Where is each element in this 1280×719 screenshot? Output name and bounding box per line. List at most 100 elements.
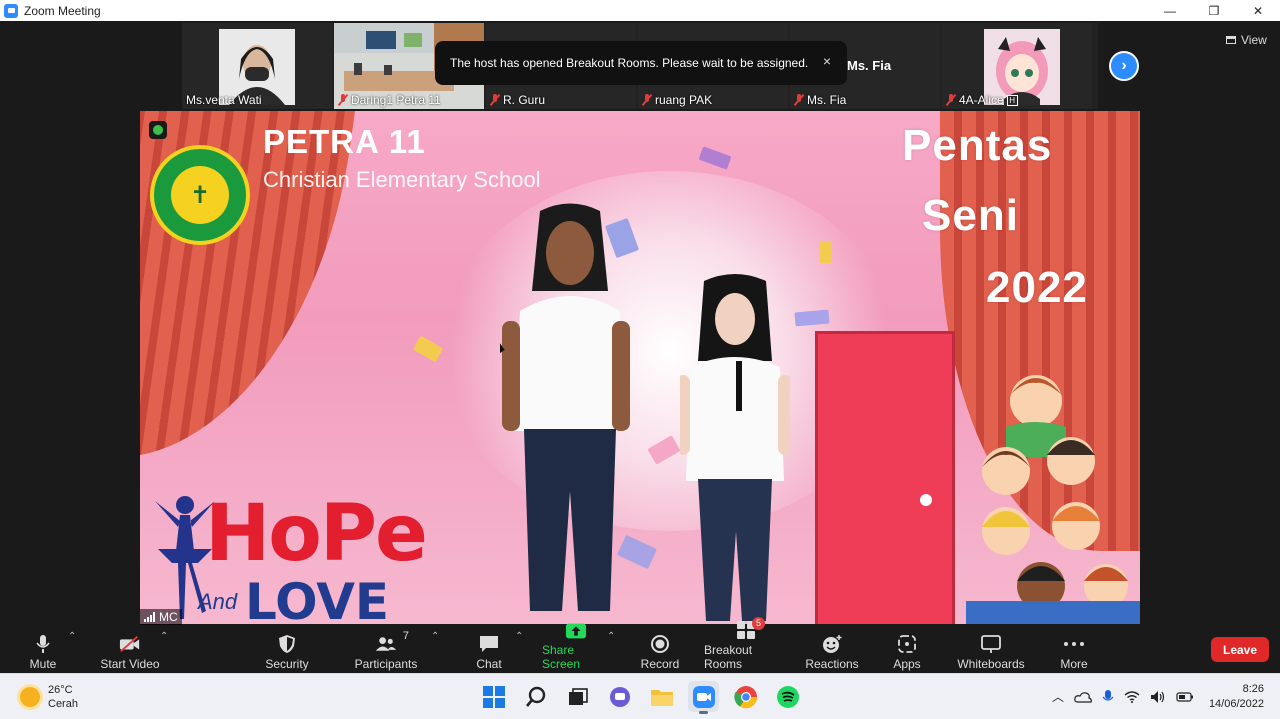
mic-muted-icon xyxy=(642,94,652,106)
mute-button[interactable]: Mute xyxy=(28,629,58,671)
weather-sun-icon xyxy=(20,687,40,707)
participant-name: 4A-Alice H xyxy=(946,93,1018,107)
stage-door xyxy=(815,331,955,624)
chat-icon xyxy=(478,634,500,654)
presenter-label: MC xyxy=(140,609,182,625)
start-video-button[interactable]: Start Video xyxy=(100,629,160,671)
chevron-right-icon: › xyxy=(1121,57,1127,74)
breakout-notification: The host has opened Breakout Rooms. Plea… xyxy=(435,41,847,85)
and-text: And xyxy=(198,589,238,614)
chevron-up-icon[interactable]: ︿ xyxy=(1052,688,1064,705)
system-tray: ︿ xyxy=(1052,688,1194,705)
clock-time: 8:26 xyxy=(1242,683,1264,695)
confetti xyxy=(794,309,830,327)
windows-logo-icon xyxy=(482,685,505,708)
share-options-caret-icon[interactable]: ⌃ xyxy=(607,631,615,642)
restore-button[interactable]: ❐ xyxy=(1192,0,1236,21)
confetti xyxy=(412,335,444,363)
video-off-icon xyxy=(119,634,141,654)
spotify-button[interactable] xyxy=(772,681,803,712)
mic-muted-icon xyxy=(794,94,804,106)
chat-button[interactable]: Chat xyxy=(474,629,504,671)
apps-button[interactable]: Apps xyxy=(889,629,925,671)
wifi-icon[interactable] xyxy=(1124,690,1140,703)
leave-button[interactable]: Leave xyxy=(1211,637,1269,662)
share-screen-icon xyxy=(565,622,587,640)
start-button[interactable] xyxy=(478,681,509,712)
participants-button[interactable]: 7 Participants xyxy=(355,629,418,671)
reactions-button[interactable]: Reactions xyxy=(805,629,859,671)
meeting-stage: Ms.venta Wati Daring1 Petra 11 R. Guru r… xyxy=(0,21,1280,625)
encryption-shield-icon[interactable] xyxy=(149,121,167,139)
participant-name: Daring1 Petra 11 xyxy=(338,93,441,107)
confetti xyxy=(820,241,832,263)
cartoon-children-group xyxy=(966,375,1140,624)
breakout-rooms-button[interactable]: 5 Breakout Rooms xyxy=(704,617,788,671)
task-view-icon xyxy=(568,687,588,705)
zoom-app-icon xyxy=(4,3,18,18)
participant-name: Ms.venta Wati xyxy=(186,93,262,107)
record-button[interactable]: Record xyxy=(640,629,680,671)
apps-icon xyxy=(896,634,918,654)
weather-widget[interactable]: 26°C Cerah xyxy=(20,683,78,711)
participants-options-caret-icon[interactable]: ⌃ xyxy=(431,631,439,642)
close-window-button[interactable]: ✕ xyxy=(1236,0,1280,21)
performer-right xyxy=(680,274,790,621)
logo-cross: ✝ xyxy=(171,166,229,224)
view-icon xyxy=(1226,36,1236,44)
search-button[interactable] xyxy=(520,681,551,712)
participant-tile[interactable]: Ms.venta Wati xyxy=(182,23,332,109)
school-logo: ✝ xyxy=(150,145,250,245)
task-view-button[interactable] xyxy=(562,681,593,712)
breakout-rooms-icon: 5 xyxy=(735,617,765,640)
zoom-icon xyxy=(692,685,715,708)
breakout-count-badge: 5 xyxy=(751,617,765,630)
more-button[interactable]: More xyxy=(1056,629,1092,671)
mute-options-caret-icon[interactable]: ⌃ xyxy=(68,631,76,642)
more-dots-icon xyxy=(1063,634,1085,654)
microphone-tray-icon[interactable] xyxy=(1102,689,1114,705)
whiteboards-button[interactable]: Whiteboards xyxy=(956,629,1026,671)
mic-muted-icon xyxy=(490,94,500,106)
school-subtitle: Christian Elementary School xyxy=(263,167,541,192)
chrome-icon xyxy=(733,685,757,708)
weather-condition: Cerah xyxy=(48,698,78,710)
zoom-taskbar-button[interactable] xyxy=(688,681,719,714)
folder-icon xyxy=(650,689,673,706)
security-button[interactable]: Security xyxy=(262,629,312,671)
shield-icon xyxy=(276,634,298,654)
event-year: 2022 xyxy=(986,263,1088,312)
participant-tile[interactable]: 4A-Alice H xyxy=(942,23,1092,109)
school-name: PETRA 11 xyxy=(263,123,426,160)
onedrive-cloud-icon[interactable] xyxy=(1074,691,1092,703)
event-title-line2: Seni xyxy=(922,191,1019,240)
next-page-button[interactable]: › xyxy=(1109,51,1139,81)
participants-icon: 7 xyxy=(375,630,409,654)
share-screen-button[interactable]: Share Screen xyxy=(542,623,610,671)
minimize-button[interactable]: — xyxy=(1148,0,1192,21)
mic-muted-icon xyxy=(946,94,956,106)
windows-taskbar: 26°C Cerah ︿ 8:26 14/06/2022 xyxy=(0,673,1280,719)
video-options-caret-icon[interactable]: ⌃ xyxy=(160,631,168,642)
volume-icon[interactable] xyxy=(1150,690,1166,704)
battery-icon[interactable] xyxy=(1176,691,1194,702)
search-icon xyxy=(525,686,545,707)
view-button[interactable]: View xyxy=(1226,33,1267,47)
system-clock[interactable]: 8:26 14/06/2022 xyxy=(1206,682,1264,712)
chat-options-caret-icon[interactable]: ⌃ xyxy=(515,631,523,642)
chat-icon xyxy=(609,686,630,707)
file-explorer-button[interactable] xyxy=(646,681,677,712)
taskbar-apps xyxy=(478,681,803,714)
signal-strength-icon xyxy=(144,612,155,622)
notification-text: The host has opened Breakout Rooms. Plea… xyxy=(450,56,809,70)
spotify-icon xyxy=(776,685,799,708)
hope-text: HoPe xyxy=(205,489,428,579)
whiteboard-icon xyxy=(980,634,1002,654)
chrome-button[interactable] xyxy=(730,681,761,712)
love-text: LOVE xyxy=(245,573,390,624)
teams-chat-button[interactable] xyxy=(604,681,635,712)
close-icon[interactable]: × xyxy=(823,53,831,69)
event-title-line1: Pentas xyxy=(902,121,1053,170)
window-title: Zoom Meeting xyxy=(24,3,101,18)
participant-name: Ms. Fia xyxy=(794,93,846,107)
